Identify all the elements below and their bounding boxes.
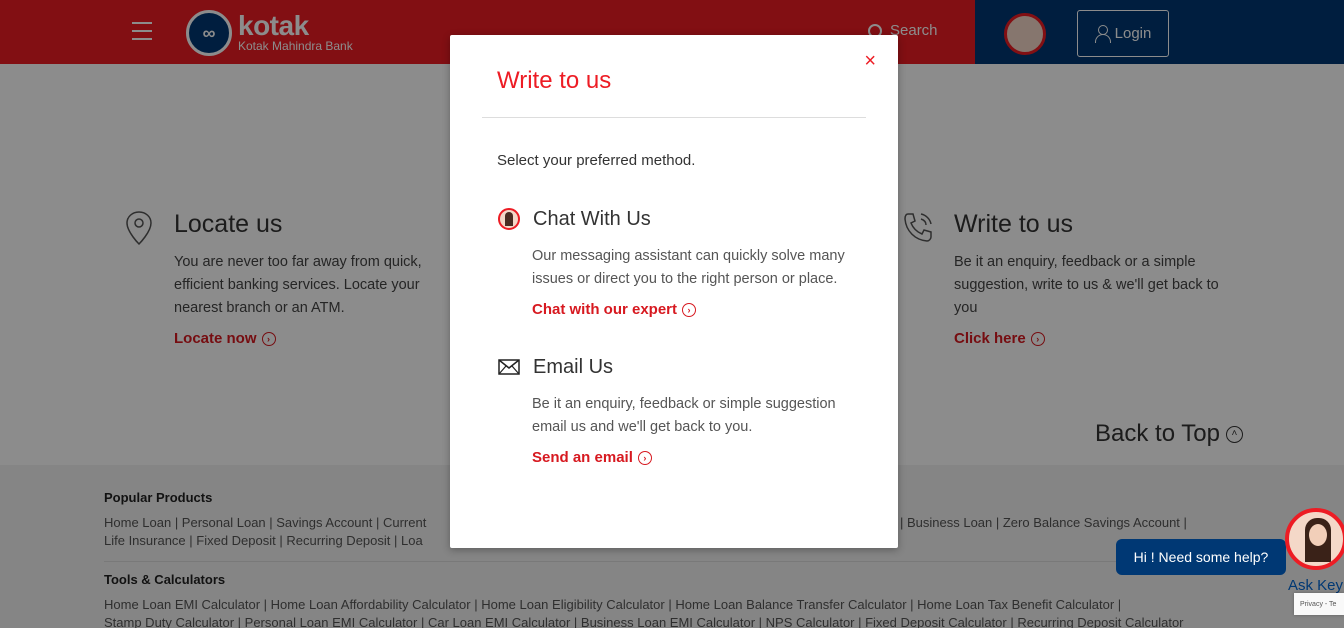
option-desc: Be it an enquiry, feedback or simple sug… xyxy=(532,396,836,435)
option-title: Email Us xyxy=(533,355,614,378)
option-link-label: Chat with our expert xyxy=(532,301,678,318)
chat-with-expert-link[interactable]: Chat with our expert › xyxy=(532,301,857,318)
modal-intro: Select your preferred method. xyxy=(497,152,696,169)
modal-title: Write to us xyxy=(497,67,612,94)
chevron-right-icon: › xyxy=(682,302,697,317)
option-title: Chat With Us xyxy=(533,207,651,230)
ask-keya-label[interactable]: Ask Key xyxy=(1288,577,1343,594)
email-option: Email Us Be it an enquiry, feedback or s… xyxy=(497,355,857,466)
option-link-label: Send an email xyxy=(532,449,633,466)
write-to-us-modal: × Write to us Select your preferred meth… xyxy=(450,35,898,548)
option-desc: Our messaging assistant can quickly solv… xyxy=(532,248,845,287)
close-icon[interactable]: × xyxy=(864,51,876,71)
chat-option: Chat With Us Our messaging assistant can… xyxy=(497,207,857,318)
chat-assistant-avatar[interactable] xyxy=(1285,508,1344,570)
chevron-right-icon: › xyxy=(637,450,652,465)
send-email-link[interactable]: Send an email › xyxy=(532,449,857,466)
assistant-avatar-icon xyxy=(497,207,521,231)
help-bubble[interactable]: Hi ! Need some help? xyxy=(1116,539,1286,575)
modal-divider xyxy=(482,117,866,118)
envelope-icon xyxy=(497,355,521,379)
recaptcha-badge: Privacy - Te xyxy=(1294,593,1344,615)
